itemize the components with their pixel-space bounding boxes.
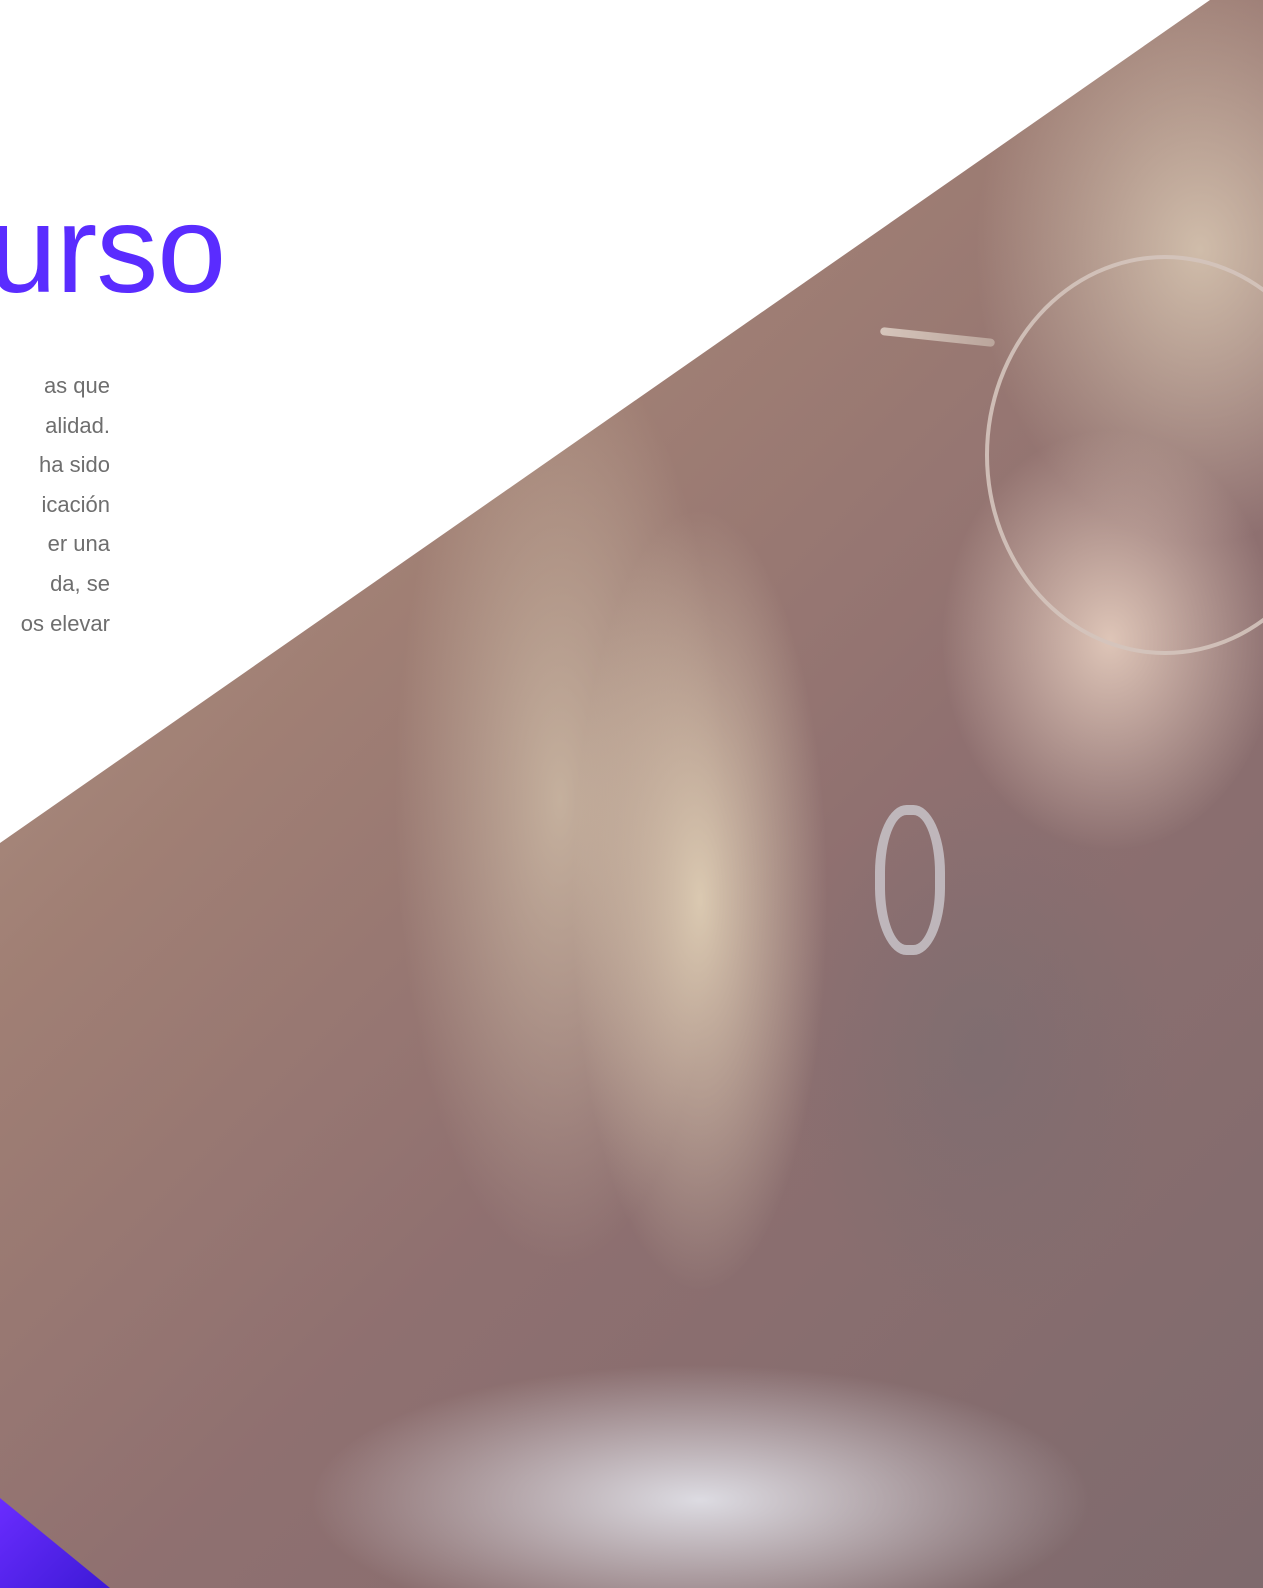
earring-shape <box>875 805 945 955</box>
hero-description: as que alidad. ha sido icación er una da… <box>0 366 110 643</box>
glasses-shape <box>985 255 1263 655</box>
glasses-arm-shape <box>879 327 996 347</box>
description-line: alidad. <box>45 412 110 438</box>
description-line: icación <box>41 491 110 517</box>
description-line: da, se <box>50 570 110 596</box>
hero-title: urso <box>0 181 226 319</box>
description-line: ha sido <box>39 452 110 478</box>
page: urso as que alidad. ha sido icación er u… <box>0 0 1263 1588</box>
description-line: as que <box>43 373 110 398</box>
description-line: os elevar <box>20 610 110 636</box>
description-line: er una <box>47 531 110 557</box>
